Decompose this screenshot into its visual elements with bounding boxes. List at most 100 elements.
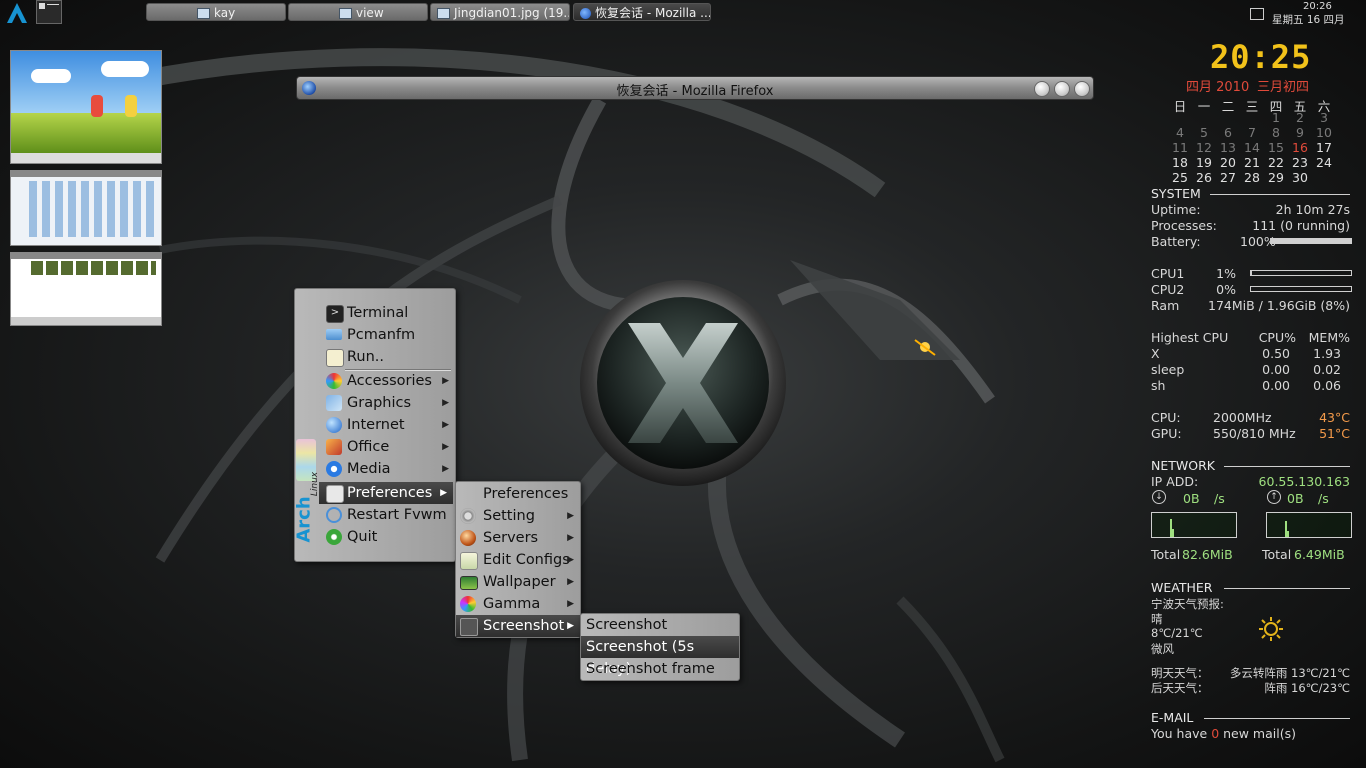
menu-item-run[interactable]: Run.. xyxy=(295,346,455,368)
quit-icon xyxy=(326,529,342,545)
menu-item-quit[interactable]: Quit xyxy=(295,526,455,548)
office-icon xyxy=(326,439,342,455)
top-row-name: sleep xyxy=(1151,362,1185,377)
menu-item-accessories[interactable]: Accessories ▶ xyxy=(295,370,455,392)
top-row-name: sh xyxy=(1151,378,1166,393)
calendar-day: 29 xyxy=(1268,170,1284,185)
taskbar-item-image-viewer[interactable]: Jingdian01.jpg (19... xyxy=(430,3,570,21)
section-heading-email: E-MAIL xyxy=(1151,710,1194,725)
cpu1-bar-fill xyxy=(1251,271,1252,275)
desktop-pager-icon[interactable] xyxy=(36,0,62,24)
minimize-button[interactable] xyxy=(1034,81,1050,97)
cpu-freq-value: 2000MHz xyxy=(1213,410,1272,425)
download-graph xyxy=(1151,512,1237,538)
processes-value: 111 (0 running) xyxy=(1252,218,1350,233)
calendar-month-label: 四月 2010 xyxy=(1186,80,1250,95)
upload-rate: 0B xyxy=(1287,491,1304,506)
firefox-window-titlebar[interactable]: 恢复会话 - Mozilla Firefox xyxy=(296,76,1094,100)
battery-bar-fill xyxy=(1271,239,1351,243)
accessories-icon xyxy=(326,373,342,389)
top-row-cpu: 0.50 xyxy=(1262,346,1290,361)
section-heading-weather: WEATHER xyxy=(1151,580,1213,595)
submenu-arrow-icon: ▶ xyxy=(567,621,574,631)
calendar-grid: 1 2 3 4 5 6 7 8 9 10 11 12 13 14 15 16 17 18 19 20 21 22 23 24 2… xyxy=(1168,110,1348,186)
menu-item-gamma[interactable]: Gamma ▶ xyxy=(456,593,580,615)
menu-item-screenshot-frame[interactable]: Screenshot frame xyxy=(581,658,739,680)
restart-icon xyxy=(326,507,342,523)
email-count: 0 xyxy=(1211,726,1220,741)
calendar-day: 25 xyxy=(1172,170,1188,185)
conky-big-clock: 20:25 xyxy=(1210,38,1312,76)
menu-item-screenshot[interactable]: Screenshot ▶ xyxy=(456,615,580,637)
calendar-day: 16 xyxy=(1292,140,1308,155)
image-icon xyxy=(437,8,450,19)
menu-item-preferences[interactable]: Preferences ▶ xyxy=(319,482,453,504)
calendar-day: 3 xyxy=(1320,110,1328,125)
window-title: 恢复会话 - Mozilla Firefox xyxy=(616,84,774,99)
menu-item-graphics[interactable]: Graphics ▶ xyxy=(295,392,455,414)
run-icon xyxy=(326,349,344,367)
folder-icon xyxy=(326,329,342,340)
submenu-arrow-icon: ▶ xyxy=(442,420,449,430)
menu-item-internet[interactable]: Internet ▶ xyxy=(295,414,455,436)
preferences-submenu: Preferences Setting ▶ Servers ▶ Edit Con… xyxy=(455,481,581,638)
ram-value: 174MiB / 1.96GiB (8%) xyxy=(1208,298,1350,313)
ip-label: IP ADD: xyxy=(1151,474,1199,489)
top-row-name: X xyxy=(1151,346,1160,361)
close-button[interactable] xyxy=(1074,81,1090,97)
cpu1-bar xyxy=(1250,270,1352,276)
upload-arrow-icon: ↑ xyxy=(1267,490,1281,504)
menu-item-terminal[interactable]: > Terminal xyxy=(295,302,455,324)
menu-item-setting[interactable]: Setting ▶ xyxy=(456,505,580,527)
arch-launcher-icon[interactable] xyxy=(6,2,28,24)
taskbar-item-label: 恢复会话 - Mozilla ... xyxy=(595,6,711,20)
desktop-thumbnail-2[interactable] xyxy=(10,170,162,246)
battery-label: Battery: xyxy=(1151,234,1201,249)
globe-icon xyxy=(326,417,342,433)
uptime-label: Uptime: xyxy=(1151,202,1201,217)
wallpaper-icon xyxy=(460,576,478,590)
menu-item-wallpaper[interactable]: Wallpaper ▶ xyxy=(456,571,580,593)
weather-condition: 晴 xyxy=(1151,612,1163,626)
calendar-day: 18 xyxy=(1172,155,1188,170)
calendar-day: 28 xyxy=(1244,170,1260,185)
firefox-icon xyxy=(580,8,591,19)
taskbar-item-view[interactable]: view xyxy=(288,3,428,21)
submenu-arrow-icon: ▶ xyxy=(442,464,449,474)
top-row-mem: 0.06 xyxy=(1313,378,1341,393)
weather-wind: 微风 xyxy=(1151,642,1174,656)
weather-temp: 8℃/21℃ xyxy=(1151,626,1203,640)
calendar-day: 27 xyxy=(1220,170,1236,185)
top-header-mem: MEM% xyxy=(1308,330,1350,345)
menu-item-servers[interactable]: Servers ▶ xyxy=(456,527,580,549)
calendar-day: 12 xyxy=(1196,140,1212,155)
section-divider xyxy=(1204,718,1350,719)
menu-item-office[interactable]: Office ▶ xyxy=(295,436,455,458)
calendar-day: 1 xyxy=(1272,110,1280,125)
desktop-thumbnail-1[interactable] xyxy=(10,50,162,164)
window-icon xyxy=(339,8,352,19)
edit-icon xyxy=(460,552,478,570)
calendar-day: 4 xyxy=(1176,125,1184,140)
desktop-thumbnail-3[interactable] xyxy=(10,252,162,326)
menu-item-restart-fvwm[interactable]: Restart Fvwm xyxy=(295,504,455,526)
submenu-arrow-icon: ▶ xyxy=(567,533,574,543)
submenu-arrow-icon: ▶ xyxy=(442,398,449,408)
menu-item-screenshot-now[interactable]: Screenshot xyxy=(581,614,739,636)
menu-item-edit-configs[interactable]: Edit Configs ▶ xyxy=(456,549,580,571)
menu-item-pcmanfm[interactable]: Pcmanfm xyxy=(295,324,455,346)
calendar-day: 22 xyxy=(1268,155,1284,170)
calendar-day: 10 xyxy=(1316,125,1332,140)
calendar-day: 5 xyxy=(1200,125,1208,140)
preferences-submenu-title: Preferences xyxy=(483,486,569,502)
maximize-button[interactable] xyxy=(1054,81,1070,97)
taskbar-item-firefox[interactable]: 恢复会话 - Mozilla ... xyxy=(573,3,711,21)
menu-item-screenshot-delay[interactable]: Screenshot (5s delay) xyxy=(581,636,739,677)
conky-monitor: 20:25 四月 2010 三月初四 日 一 二 三 四 五 六 1234567… xyxy=(1148,0,1358,768)
menu-item-media[interactable]: Media ▶ xyxy=(295,458,455,480)
calendar-lunar-label: 三月初四 xyxy=(1257,80,1310,95)
forecast-tomorrow-label: 明天天气： xyxy=(1151,666,1209,680)
section-divider xyxy=(1224,588,1350,589)
calendar-day: 30 xyxy=(1292,170,1308,185)
taskbar-item-kay[interactable]: kay xyxy=(146,3,286,21)
